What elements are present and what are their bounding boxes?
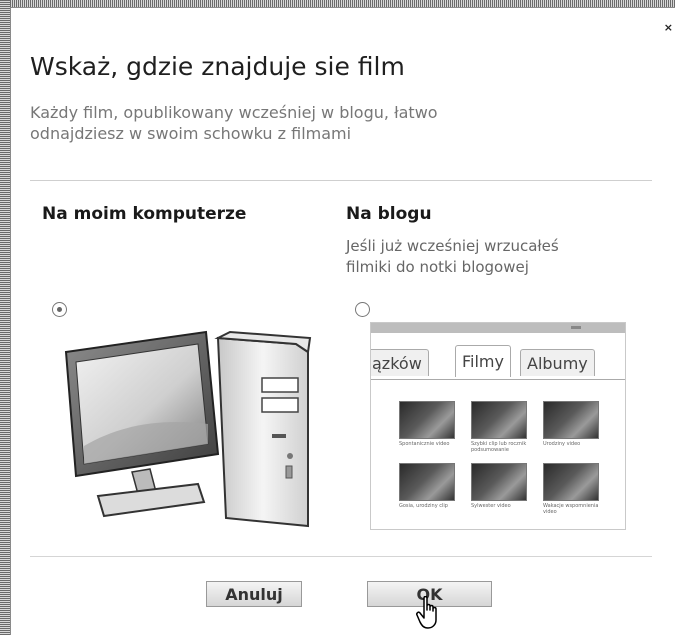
thumbnail-image <box>471 401 527 439</box>
radio-computer[interactable] <box>52 302 67 317</box>
thumbnail-image <box>543 401 599 439</box>
preview-tab-images: ązków <box>371 349 429 376</box>
computer-icon[interactable] <box>58 326 328 542</box>
video-thumbnail: Spontanicznie video <box>399 401 455 447</box>
blog-preview[interactable]: ązków Filmy Albumy Spontanicznie video S… <box>370 322 626 530</box>
thumbnail-image <box>399 463 455 501</box>
preview-titlebar <box>371 323 625 333</box>
video-thumbnail: Gosia, urodziny clip <box>399 463 455 509</box>
video-thumbnail: Urodziny video <box>543 401 599 447</box>
preview-tabs: ązków Filmy Albumy <box>371 345 625 379</box>
thumbnail-caption: Urodziny video <box>543 441 581 447</box>
video-thumbnail: Wakacje wspomnienia video <box>543 463 599 515</box>
thumbnail-caption: Spontanicznie video <box>399 441 450 447</box>
thumbnail-image <box>399 401 455 439</box>
option-heading-computer: Na moim komputerze <box>42 204 247 224</box>
video-thumbnail: Szybki clip lub rocznik podsumowanie <box>471 401 527 453</box>
thumbnail-caption: Szybki clip lub rocznik podsumowanie <box>471 441 527 453</box>
radio-blog[interactable] <box>355 302 370 317</box>
thumbnail-caption: Gosia, urodziny clip <box>399 503 448 509</box>
thumbnail-image <box>543 463 599 501</box>
preview-nub <box>571 326 581 329</box>
header-divider <box>30 180 652 181</box>
screen-edge-top <box>0 0 675 7</box>
video-thumbnail: Sylwester video <box>471 463 527 509</box>
preview-tab-films: Filmy <box>455 345 511 377</box>
option-heading-blog: Na blogu <box>346 204 432 224</box>
cancel-button[interactable]: Anuluj <box>206 581 302 607</box>
thumbnail-caption: Wakacje wspomnienia video <box>543 503 599 515</box>
preview-tab-line <box>371 379 625 380</box>
dialog-title: Wskaż, gdzie znajduje sie film <box>30 52 405 81</box>
thumbnail-caption: Sylwester video <box>471 503 511 509</box>
thumbnail-image <box>471 463 527 501</box>
close-icon[interactable]: × <box>664 22 673 33</box>
dialog-subtitle: Każdy film, opublikowany wcześniej w blo… <box>30 103 438 143</box>
preview-tab-albums: Albumy <box>520 349 595 376</box>
radio-selected-dot <box>57 307 62 312</box>
screen-edge-left <box>0 0 10 635</box>
footer-divider <box>30 556 652 557</box>
option-description-blog: Jeśli już wcześniej wrzucałeś filmiki do… <box>346 237 559 276</box>
hand-cursor-icon <box>416 596 437 629</box>
